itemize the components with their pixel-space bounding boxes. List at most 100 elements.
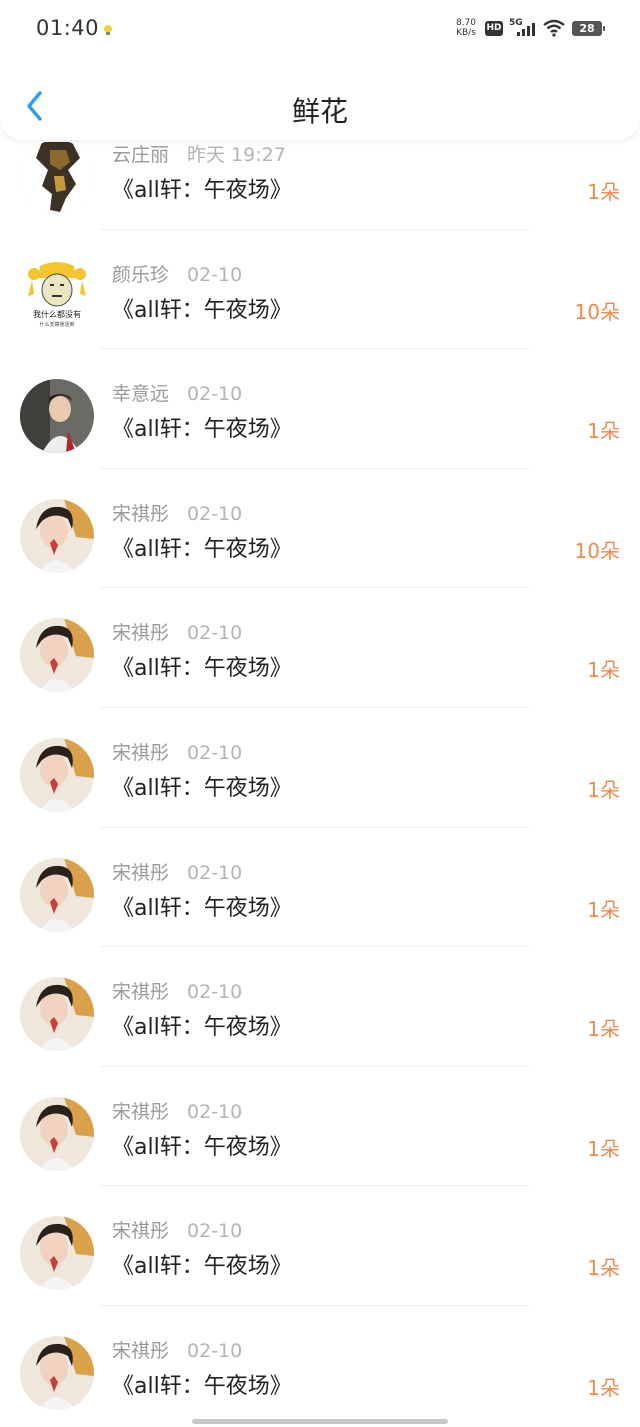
flower-count: 10朵 xyxy=(574,538,620,563)
book-title: 《all轩：午夜场》 xyxy=(112,1254,292,1280)
network-speed-unit: KB/s xyxy=(456,28,476,38)
book-title: 《all轩：午夜场》 xyxy=(112,895,292,921)
list-item[interactable]: 宋祺彤 02-10 《all轩：午夜场》 1朵 xyxy=(0,1306,640,1426)
avatar[interactable]: 我什么都没有 什么支撑我活到 xyxy=(20,259,94,334)
sender-name: 宋祺彤 xyxy=(112,622,170,645)
meme-avatar-image: 我什么都没有 什么支撑我活到 xyxy=(20,259,94,334)
book-title: 《all轩：午夜场》 xyxy=(112,536,292,562)
avatar[interactable] xyxy=(20,1335,94,1410)
send-date: 02-10 xyxy=(187,383,243,406)
person-avatar-image xyxy=(20,737,94,812)
avatar[interactable] xyxy=(20,379,94,454)
hd-icon: HD xyxy=(485,21,503,36)
sender-line: 宋祺彤 02-10 xyxy=(112,499,242,526)
book-title: 《all轩：午夜场》 xyxy=(112,417,292,443)
network-speed-value: 8.70 xyxy=(455,18,477,28)
page-title: 鲜花 xyxy=(291,95,348,128)
avatar[interactable] xyxy=(20,977,94,1052)
sender-name: 幸意远 xyxy=(112,383,170,406)
send-date: 02-10 xyxy=(187,622,243,645)
sender-name: 云庄丽 xyxy=(112,144,170,166)
network-type: 5G xyxy=(509,18,523,28)
avatar[interactable] xyxy=(20,1096,94,1171)
robot-avatar-image xyxy=(20,140,94,214)
avatar[interactable] xyxy=(20,857,94,932)
send-date: 02-10 xyxy=(187,741,243,764)
book-title: 《all轩：午夜场》 xyxy=(112,656,292,682)
sender-line: 宋祺彤 02-10 xyxy=(112,858,242,885)
sender-line: 宋祺彤 02-10 xyxy=(112,738,242,765)
wifi-icon xyxy=(543,19,565,37)
send-date: 昨天 19:27 xyxy=(187,144,286,166)
person-avatar-image xyxy=(20,1335,94,1410)
book-title: 《all轩：午夜场》 xyxy=(112,178,292,203)
flower-count: 1朵 xyxy=(587,777,620,802)
flower-count: 1朵 xyxy=(587,1375,620,1400)
list-item[interactable]: 宋祺彤 02-10 《all轩：午夜场》 1朵 xyxy=(0,1067,640,1187)
sender-name: 宋祺彤 xyxy=(112,981,170,1004)
avatar[interactable] xyxy=(20,498,94,573)
avatar[interactable] xyxy=(20,737,94,812)
book-title: 《all轩：午夜场》 xyxy=(112,1373,292,1399)
book-title: 《all轩：午夜场》 xyxy=(112,775,292,801)
person-avatar-image xyxy=(20,857,94,932)
sender-line: 颜乐珍 02-10 xyxy=(112,260,242,287)
send-date: 02-10 xyxy=(187,861,243,884)
sender-name: 宋祺彤 xyxy=(112,861,170,884)
nav-bar: 鲜花 xyxy=(0,64,640,140)
clock: 01:40 xyxy=(36,16,100,40)
list-item[interactable]: 宋祺彤 02-10 《all轩：午夜场》 1朵 xyxy=(0,588,640,708)
book-title: 《all轩：午夜场》 xyxy=(112,1015,292,1041)
flower-count: 1朵 xyxy=(587,1136,620,1161)
list-item[interactable]: 宋祺彤 02-10 《all轩：午夜场》 1朵 xyxy=(0,708,640,828)
home-indicator[interactable] xyxy=(192,1419,448,1424)
sender-name: 宋祺彤 xyxy=(112,741,170,764)
sender-line: 宋祺彤 02-10 xyxy=(112,1216,242,1243)
flower-count: 1朵 xyxy=(587,1017,620,1042)
list-item[interactable]: 我什么都没有 什么支撑我活到 颜乐珍 02-10 《all轩：午夜场》 10朵 xyxy=(0,230,640,350)
book-title: 《all轩：午夜场》 xyxy=(112,297,292,323)
flower-count: 10朵 xyxy=(574,299,620,324)
send-date: 02-10 xyxy=(187,1100,243,1123)
sender-name: 宋祺彤 xyxy=(112,1339,170,1362)
person-avatar-image xyxy=(20,1216,94,1291)
send-date: 02-10 xyxy=(187,1339,243,1362)
send-date: 02-10 xyxy=(187,502,243,525)
book-title: 《all轩：午夜场》 xyxy=(112,1134,292,1160)
sender-name: 颜乐珍 xyxy=(112,263,170,286)
avatar[interactable] xyxy=(20,1216,94,1291)
sender-name: 宋祺彤 xyxy=(112,1100,170,1123)
avatar[interactable] xyxy=(20,140,94,214)
sender-line: 宋祺彤 02-10 xyxy=(112,1336,242,1363)
header: 01:40 8.70 KB/s HD 5G 28 鲜花 xyxy=(0,0,640,140)
avatar[interactable] xyxy=(20,618,94,693)
network-speed: 8.70 KB/s xyxy=(452,18,480,38)
boy-avatar-image xyxy=(20,379,94,454)
person-avatar-image xyxy=(20,618,94,693)
list-item[interactable]: 宋祺彤 02-10 《all轩：午夜场》 1朵 xyxy=(0,947,640,1067)
send-date: 02-10 xyxy=(187,263,243,286)
svg-text:我什么都没有: 我什么都没有 xyxy=(33,309,81,319)
list-item[interactable]: 幸意远 02-10 《all轩：午夜场》 1朵 xyxy=(0,349,640,469)
list-item[interactable]: 宋祺彤 02-10 《all轩：午夜场》 1朵 xyxy=(0,828,640,948)
sender-name: 宋祺彤 xyxy=(112,1220,170,1243)
battery-icon: 28 xyxy=(572,21,605,36)
status-bar: 01:40 8.70 KB/s HD 5G 28 xyxy=(0,0,640,60)
sender-line: 宋祺彤 02-10 xyxy=(112,618,242,645)
flower-list: 云庄丽 昨天 19:27 《all轩：午夜场》 1朵 我什么都没有 什么支撑我活到… xyxy=(0,110,640,1426)
list-item[interactable]: 宋祺彤 02-10 《all轩：午夜场》 10朵 xyxy=(0,469,640,589)
notification-app-icon xyxy=(104,25,112,35)
flower-count: 1朵 xyxy=(587,180,620,204)
flower-count: 1朵 xyxy=(587,897,620,922)
list-item[interactable]: 宋祺彤 02-10 《all轩：午夜场》 1朵 xyxy=(0,1186,640,1306)
sender-line: 宋祺彤 02-10 xyxy=(112,977,242,1004)
flower-count: 1朵 xyxy=(587,1256,620,1281)
person-avatar-image xyxy=(20,1096,94,1171)
send-date: 02-10 xyxy=(187,981,243,1004)
flower-count: 1朵 xyxy=(587,419,620,444)
svg-text:什么支撑我活到: 什么支撑我活到 xyxy=(39,321,74,328)
sender-line: 幸意远 02-10 xyxy=(112,379,242,406)
person-avatar-image xyxy=(20,977,94,1052)
sender-name: 宋祺彤 xyxy=(112,502,170,525)
sender-line: 云庄丽 昨天 19:27 xyxy=(112,140,286,167)
